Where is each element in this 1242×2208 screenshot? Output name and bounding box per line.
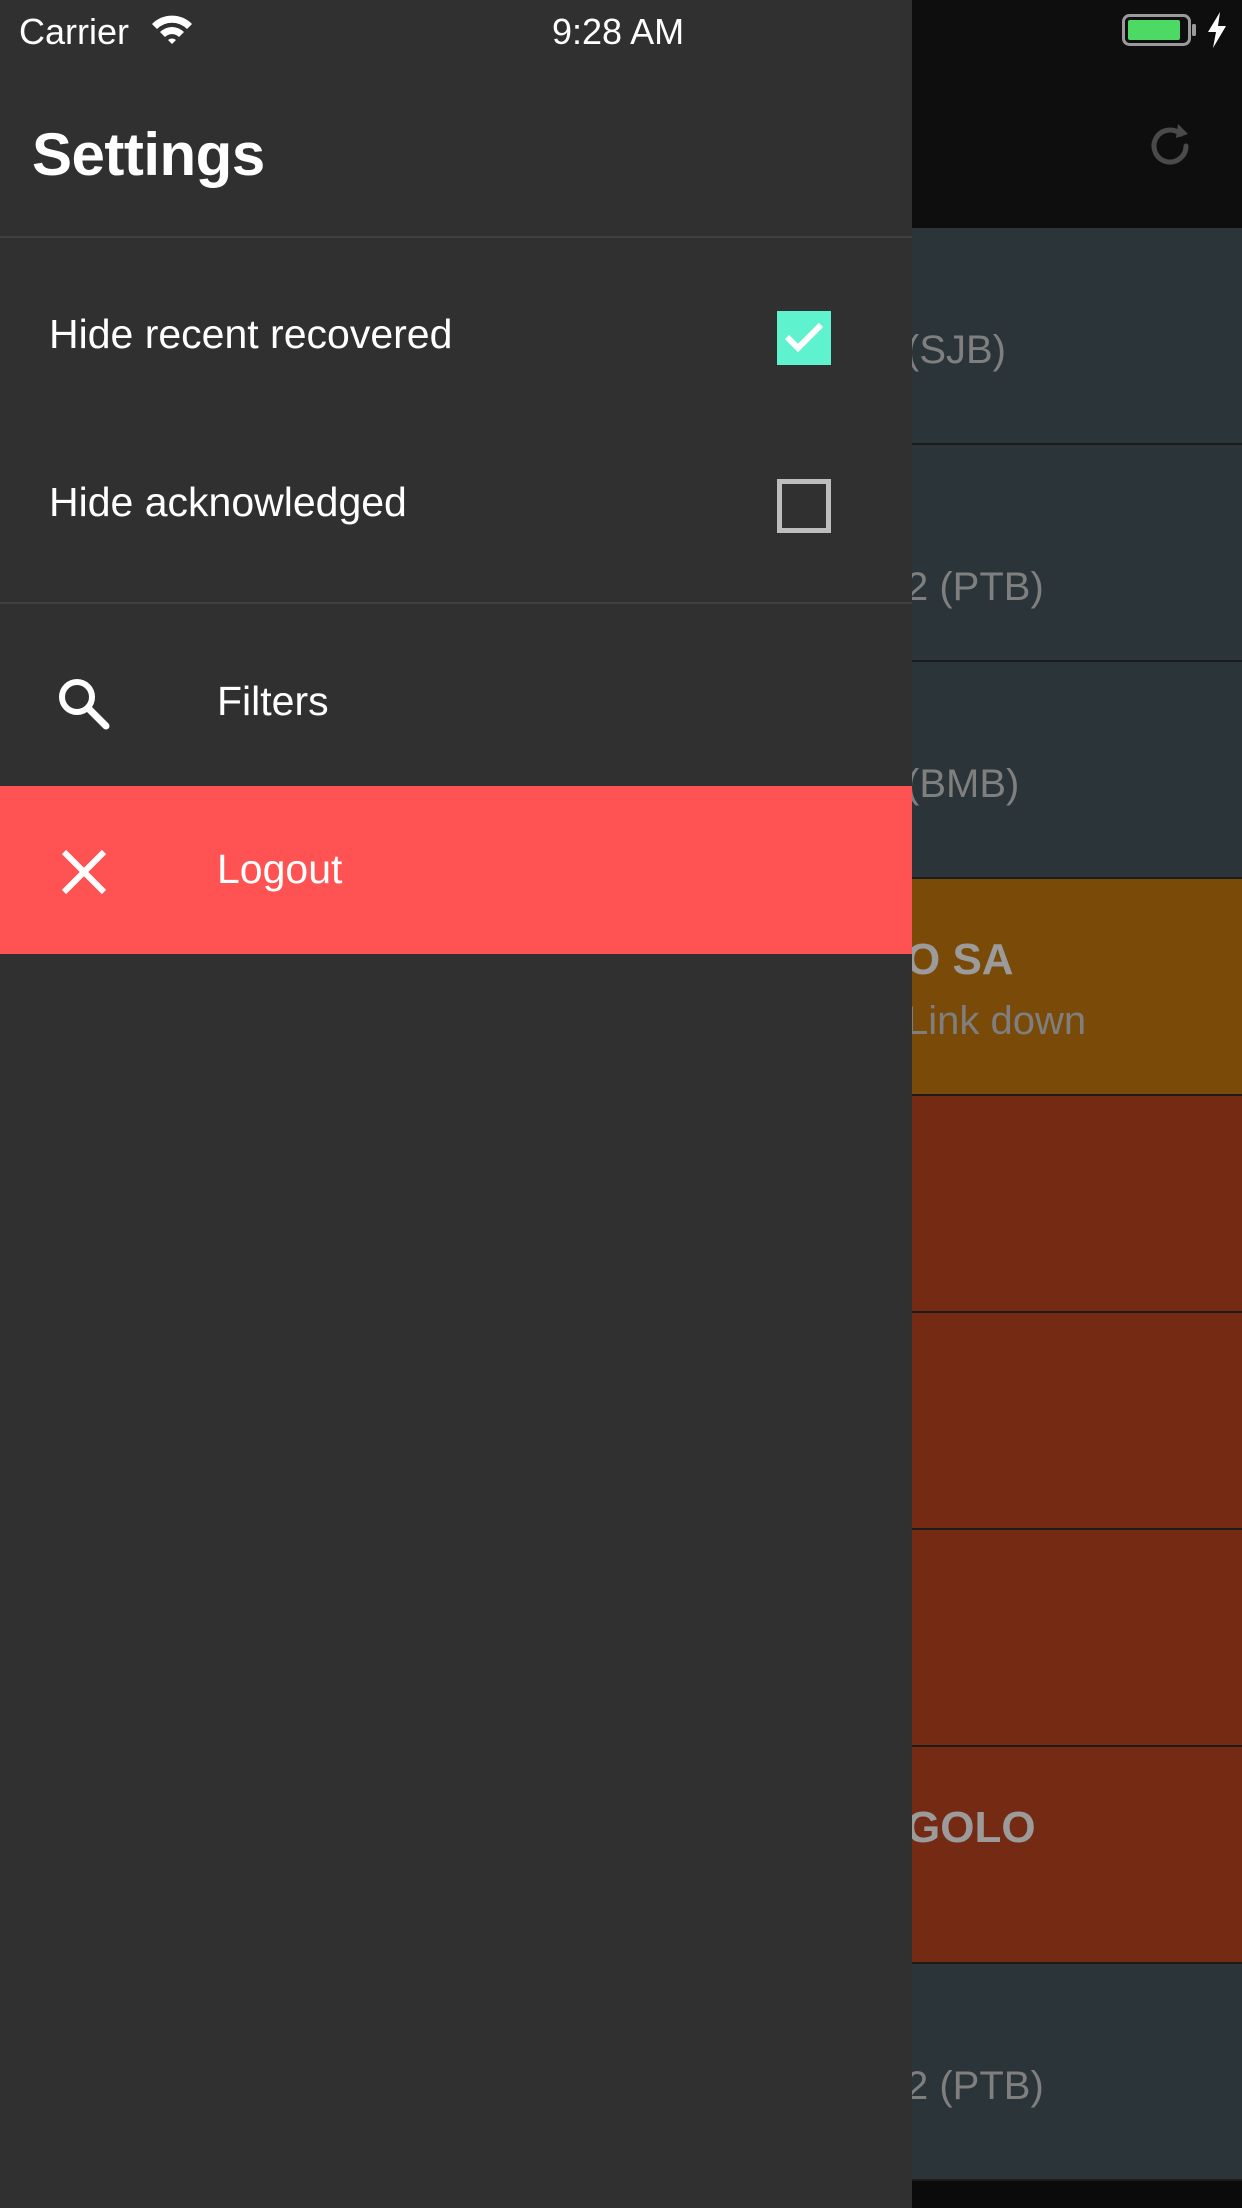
toggle-label: Hide acknowledged: [49, 479, 407, 525]
list-item-subtitle: 2 (PTB): [906, 2064, 1044, 2108]
carrier-label: Carrier: [19, 11, 130, 52]
list-item-subtitle: Link down: [906, 999, 1087, 1043]
checkmark-icon: [784, 322, 824, 353]
status-bar: Carrier 9:28 AM: [0, 0, 1242, 60]
charging-bolt-icon: [1208, 12, 1226, 48]
divider: [0, 602, 912, 604]
nav-label: Filters: [217, 678, 329, 724]
toggle-hide-recent-recovered[interactable]: Hide recent recovered: [0, 252, 912, 420]
toggle-label: Hide recent recovered: [49, 311, 453, 357]
toggle-hide-acknowledged[interactable]: Hide acknowledged: [0, 420, 912, 588]
drawer-title: Settings: [32, 121, 265, 188]
settings-drawer: Settings Hide recent recovered Hide ackn…: [0, 0, 912, 2208]
list-item-subtitle: (BMB): [906, 762, 1020, 806]
clock: 9:28 AM: [552, 11, 685, 52]
nav-filters[interactable]: Filters: [0, 618, 912, 786]
close-icon: [61, 849, 107, 895]
checkbox-checked[interactable]: [777, 311, 831, 365]
wifi-icon: [152, 15, 192, 44]
refresh-icon[interactable]: [1142, 118, 1198, 174]
list-item-title: O SA: [906, 935, 1014, 984]
battery-icon: [1122, 14, 1196, 46]
list-item-subtitle: 2 (PTB): [906, 565, 1044, 609]
list-item-subtitle: (SJB): [906, 328, 1006, 372]
search-icon: [59, 679, 110, 730]
checkbox-unchecked[interactable]: [777, 479, 831, 533]
logout-button[interactable]: Logout: [0, 786, 912, 954]
nav-label: Logout: [217, 846, 343, 892]
divider: [0, 236, 912, 238]
list-item-title: GOLO: [906, 1803, 1036, 1852]
